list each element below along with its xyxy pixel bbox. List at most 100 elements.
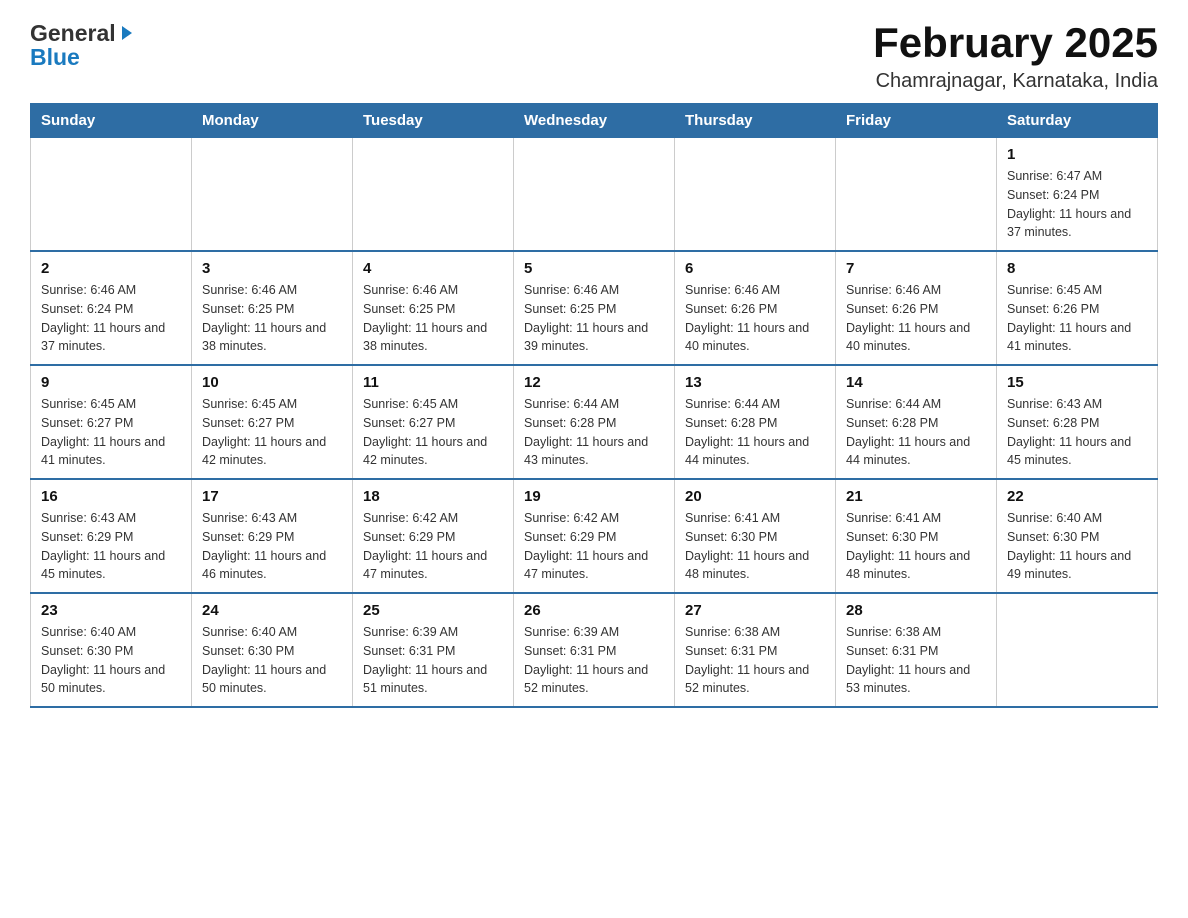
title-area: February 2025 Chamrajnagar, Karnataka, I… [873, 20, 1158, 93]
day-info: Sunrise: 6:44 AMSunset: 6:28 PMDaylight:… [524, 395, 664, 470]
calendar-cell: 14 Sunrise: 6:44 AMSunset: 6:28 PMDayligh… [836, 365, 997, 479]
day-number: 19 [524, 488, 664, 505]
calendar-cell: 7 Sunrise: 6:46 AMSunset: 6:26 PMDaylight… [836, 251, 997, 365]
day-info: Sunrise: 6:43 AMSunset: 6:29 PMDaylight:… [41, 509, 181, 584]
calendar-cell [514, 138, 675, 252]
day-info: Sunrise: 6:45 AMSunset: 6:27 PMDaylight:… [202, 395, 342, 470]
logo-arrow-icon [118, 24, 136, 46]
calendar-cell: 20 Sunrise: 6:41 AMSunset: 6:30 PMDayligh… [675, 479, 836, 593]
day-info: Sunrise: 6:46 AMSunset: 6:26 PMDaylight:… [846, 281, 986, 356]
calendar-cell: 21 Sunrise: 6:41 AMSunset: 6:30 PMDayligh… [836, 479, 997, 593]
header-sunday: Sunday [31, 104, 192, 138]
day-number: 5 [524, 260, 664, 277]
day-info: Sunrise: 6:41 AMSunset: 6:30 PMDaylight:… [685, 509, 825, 584]
day-info: Sunrise: 6:42 AMSunset: 6:29 PMDaylight:… [363, 509, 503, 584]
calendar-week-2: 2Sunrise: 6:46 AMSunset: 6:24 PMDaylight… [31, 251, 1158, 365]
weekday-header-row: Sunday Monday Tuesday Wednesday Thursday… [31, 104, 1158, 138]
day-number: 11 [363, 374, 503, 391]
calendar-cell: 27 Sunrise: 6:38 AMSunset: 6:31 PMDayligh… [675, 593, 836, 707]
day-info: Sunrise: 6:43 AMSunset: 6:28 PMDaylight:… [1007, 395, 1147, 470]
calendar-cell [836, 138, 997, 252]
calendar-cell: 24 Sunrise: 6:40 AMSunset: 6:30 PMDayligh… [192, 593, 353, 707]
calendar-cell [675, 138, 836, 252]
day-number: 26 [524, 602, 664, 619]
day-info: Sunrise: 6:46 AMSunset: 6:25 PMDaylight:… [202, 281, 342, 356]
day-number: 13 [685, 374, 825, 391]
calendar-cell [192, 138, 353, 252]
logo: General Blue [30, 20, 136, 69]
day-number: 1 [1007, 146, 1147, 163]
header-friday: Friday [836, 104, 997, 138]
logo-blue: Blue [30, 46, 136, 69]
day-number: 28 [846, 602, 986, 619]
day-info: Sunrise: 6:44 AMSunset: 6:28 PMDaylight:… [685, 395, 825, 470]
logo-general: General [30, 22, 116, 45]
day-info: Sunrise: 6:38 AMSunset: 6:31 PMDaylight:… [846, 623, 986, 698]
calendar-cell: 13 Sunrise: 6:44 AMSunset: 6:28 PMDayligh… [675, 365, 836, 479]
header-tuesday: Tuesday [353, 104, 514, 138]
location: Chamrajnagar, Karnataka, India [873, 70, 1158, 93]
calendar-cell: 23Sunrise: 6:40 AMSunset: 6:30 PMDayligh… [31, 593, 192, 707]
header-thursday: Thursday [675, 104, 836, 138]
day-info: Sunrise: 6:40 AMSunset: 6:30 PMDaylight:… [202, 623, 342, 698]
day-info: Sunrise: 6:45 AMSunset: 6:27 PMDaylight:… [41, 395, 181, 470]
calendar-cell: 16 Sunrise: 6:43 AMSunset: 6:29 PMDayligh… [31, 479, 192, 593]
calendar-cell: 11 Sunrise: 6:45 AMSunset: 6:27 PMDayligh… [353, 365, 514, 479]
calendar-cell: 1 Sunrise: 6:47 AMSunset: 6:24 PMDaylight… [997, 138, 1158, 252]
day-info: Sunrise: 6:40 AMSunset: 6:30 PMDaylight:… [1007, 509, 1147, 584]
day-number: 12 [524, 374, 664, 391]
calendar-cell [31, 138, 192, 252]
calendar-cell: 26Sunrise: 6:39 AMSunset: 6:31 PMDayligh… [514, 593, 675, 707]
day-number: 27 [685, 602, 825, 619]
day-info: Sunrise: 6:43 AMSunset: 6:29 PMDaylight:… [202, 509, 342, 584]
calendar-week-5: 23 Sunrise: 6:40 AMSunset: 6:30 PMDayligh… [31, 593, 1158, 707]
day-info: Sunrise: 6:46 AMSunset: 6:25 PMDaylight:… [363, 281, 503, 356]
day-number: 4 [363, 260, 503, 277]
calendar-cell: 9 Sunrise: 6:45 AMSunset: 6:27 PMDaylight… [31, 365, 192, 479]
calendar-cell: 4 Sunrise: 6:46 AMSunset: 6:25 PMDaylight… [353, 251, 514, 365]
calendar-cell [997, 593, 1158, 707]
day-number: 14 [846, 374, 986, 391]
day-number: 3 [202, 260, 342, 277]
day-info: Sunrise: 6:45 AMSunset: 6:26 PMDaylight:… [1007, 281, 1147, 356]
calendar-cell [353, 138, 514, 252]
day-info: Sunrise: 6:38 AMSunset: 6:31 PMDaylight:… [685, 623, 825, 698]
day-number: 23 [41, 602, 181, 619]
calendar-cell: 19Sunrise: 6:42 AMSunset: 6:29 PMDayligh… [514, 479, 675, 593]
calendar-cell: 28 Sunrise: 6:38 AMSunset: 6:31 PMDayligh… [836, 593, 997, 707]
month-year: February 2025 [873, 20, 1158, 66]
header-monday: Monday [192, 104, 353, 138]
calendar-cell: 3 Sunrise: 6:46 AMSunset: 6:25 PMDaylight… [192, 251, 353, 365]
day-number: 24 [202, 602, 342, 619]
day-number: 17 [202, 488, 342, 505]
calendar-cell: 22 Sunrise: 6:40 AMSunset: 6:30 PMDayligh… [997, 479, 1158, 593]
calendar-week-3: 9 Sunrise: 6:45 AMSunset: 6:27 PMDaylight… [31, 365, 1158, 479]
calendar-cell: 10 Sunrise: 6:45 AMSunset: 6:27 PMDayligh… [192, 365, 353, 479]
calendar-table: Sunday Monday Tuesday Wednesday Thursday… [30, 103, 1158, 708]
day-info: Sunrise: 6:45 AMSunset: 6:27 PMDaylight:… [363, 395, 503, 470]
day-info: Sunrise: 6:46 AMSunset: 6:26 PMDaylight:… [685, 281, 825, 356]
calendar-week-4: 16 Sunrise: 6:43 AMSunset: 6:29 PMDayligh… [31, 479, 1158, 593]
day-info: Sunrise: 6:39 AMSunset: 6:31 PMDaylight:… [363, 623, 503, 698]
calendar-cell: 8 Sunrise: 6:45 AMSunset: 6:26 PMDaylight… [997, 251, 1158, 365]
day-number: 7 [846, 260, 986, 277]
calendar-cell: 12 Sunrise: 6:44 AMSunset: 6:28 PMDayligh… [514, 365, 675, 479]
day-number: 15 [1007, 374, 1147, 391]
header-saturday: Saturday [997, 104, 1158, 138]
day-number: 18 [363, 488, 503, 505]
calendar-cell: 15 Sunrise: 6:43 AMSunset: 6:28 PMDayligh… [997, 365, 1158, 479]
calendar-cell: 25Sunrise: 6:39 AMSunset: 6:31 PMDayligh… [353, 593, 514, 707]
day-number: 9 [41, 374, 181, 391]
day-info: Sunrise: 6:44 AMSunset: 6:28 PMDaylight:… [846, 395, 986, 470]
day-number: 20 [685, 488, 825, 505]
day-number: 21 [846, 488, 986, 505]
day-number: 22 [1007, 488, 1147, 505]
day-number: 6 [685, 260, 825, 277]
calendar-cell: 17 Sunrise: 6:43 AMSunset: 6:29 PMDayligh… [192, 479, 353, 593]
calendar-cell: 2Sunrise: 6:46 AMSunset: 6:24 PMDaylight… [31, 251, 192, 365]
day-number: 16 [41, 488, 181, 505]
day-info: Sunrise: 6:47 AMSunset: 6:24 PMDaylight:… [1007, 167, 1147, 242]
day-info: Sunrise: 6:41 AMSunset: 6:30 PMDaylight:… [846, 509, 986, 584]
day-number: 8 [1007, 260, 1147, 277]
day-number: 10 [202, 374, 342, 391]
